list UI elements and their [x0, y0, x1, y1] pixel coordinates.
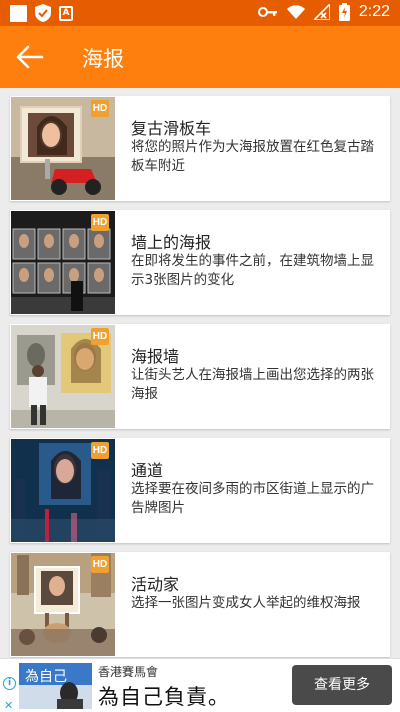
- hd-badge: HD: [91, 214, 109, 231]
- poster-item-poster-wall[interactable]: HD 海报墙 让街头艺人在海报墙上画出您选择的两张海报: [10, 324, 390, 429]
- ad-info-icon[interactable]: i: [3, 677, 16, 690]
- notification-square-icon: [10, 4, 27, 22]
- battery-charging-icon: [338, 3, 350, 21]
- item-title: 通道: [131, 461, 164, 480]
- vpn-key-icon: [257, 7, 277, 17]
- item-description: 让街头艺人在海报墙上画出您选择的两张海报: [131, 367, 374, 402]
- item-description: 在即将发生的事件之前，在建筑物墙上显示3张图片的变化: [131, 253, 374, 288]
- item-description: 将您的照片作为大海报放置在红色复古踏板车附近: [131, 139, 374, 174]
- page-title: 海报: [82, 47, 124, 71]
- hd-badge: HD: [91, 328, 109, 345]
- ad-close-icon[interactable]: ✕: [4, 699, 13, 712]
- ad-image-text: 為自己: [25, 669, 67, 685]
- shield-check-icon: [35, 4, 51, 22]
- hd-badge: HD: [91, 442, 109, 459]
- status-bar: A 2:22: [0, 0, 400, 26]
- poster-item-wall-poster[interactable]: HD 墙上的海报 在即将发生的事件之前，在建筑物墙上显示3张图片的变化: [10, 210, 390, 315]
- item-title: 复古滑板车: [131, 119, 212, 138]
- back-arrow-icon[interactable]: [16, 43, 44, 71]
- item-title: 海报墙: [131, 347, 180, 366]
- signal-off-icon: [313, 4, 330, 20]
- poster-item-retro-scooter[interactable]: HD 复古滑板车 将您的照片作为大海报放置在红色复古踏板车附近: [10, 96, 390, 201]
- ad-headline: 為自己負責。: [98, 685, 230, 709]
- hd-badge: HD: [91, 100, 109, 117]
- item-title: 墙上的海报: [131, 233, 212, 252]
- poster-item-passage[interactable]: HD 通道 选择要在夜间多雨的市区街道上显示的广告牌图片: [10, 438, 390, 543]
- item-title: 活动家: [131, 575, 180, 594]
- poster-item-activist[interactable]: HD 活动家 选择一张图片变成女人举起的维权海报: [10, 552, 390, 657]
- ad-cta-button[interactable]: 查看更多: [292, 665, 392, 705]
- ad-sponsor: 香港賽馬會: [98, 665, 159, 679]
- ad-banner[interactable]: i ✕ 為自己 香港賽馬會 為自己負責。 查看更多: [0, 658, 400, 712]
- status-time: 2:22: [358, 3, 390, 20]
- ad-image: 為自己: [19, 663, 92, 709]
- poster-list: HD 复古滑板车 将您的照片作为大海报放置在红色复古踏板车附近 HD 墙上的海报…: [10, 96, 390, 666]
- app-bar: 海报: [0, 26, 400, 88]
- hd-badge: HD: [91, 556, 109, 573]
- wifi-icon: [286, 5, 305, 19]
- app-notification-icon: A: [59, 5, 73, 21]
- item-description: 选择一张图片变成女人举起的维权海报: [131, 595, 361, 611]
- item-description: 选择要在夜间多雨的市区街道上显示的广告牌图片: [131, 481, 374, 516]
